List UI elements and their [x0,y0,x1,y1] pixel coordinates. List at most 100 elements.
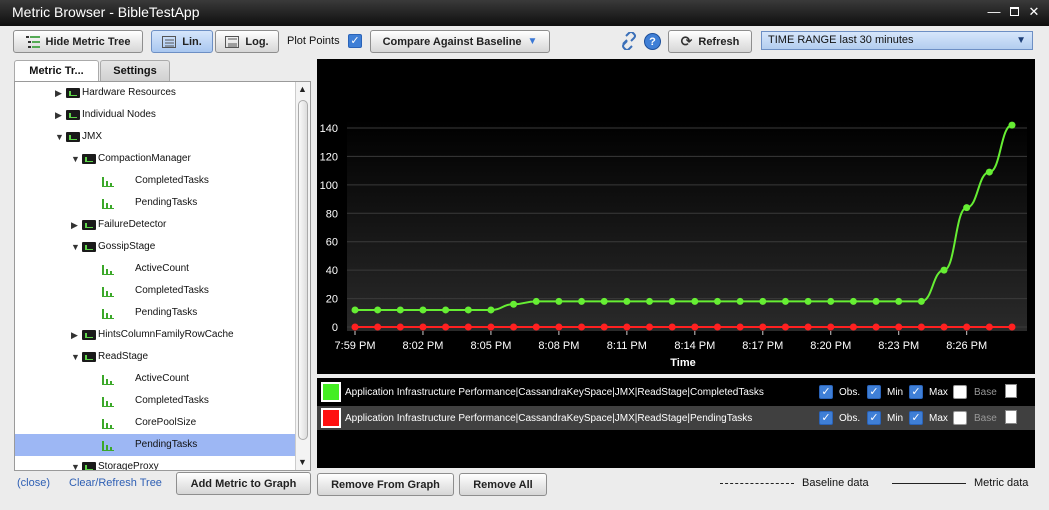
close-icon[interactable]: ✕ [1027,5,1041,19]
series-color-swatch[interactable] [321,382,341,402]
tree-metric-row[interactable]: PendingTasks [15,434,297,456]
data-point[interactable] [713,297,721,305]
scroll-down-icon[interactable]: ▼ [298,457,307,467]
collapsed-arrow-icon[interactable]: ▶ [55,110,62,121]
data-point[interactable] [578,323,586,331]
data-point[interactable] [895,323,903,331]
data-point[interactable] [872,323,880,331]
collapsed-arrow-icon[interactable]: ▶ [55,88,62,99]
maximize-icon[interactable] [1007,5,1021,19]
data-point[interactable] [827,297,835,305]
tree-metric-row[interactable]: ActiveCount [15,368,297,390]
data-point[interactable] [464,323,472,331]
data-point[interactable] [419,323,427,331]
data-point[interactable] [827,323,835,331]
data-point[interactable] [917,297,925,305]
expanded-arrow-icon[interactable]: ▼ [71,352,80,362]
data-point[interactable] [351,306,359,314]
data-point[interactable] [759,297,767,305]
hide-metric-tree-button[interactable]: Hide Metric Tree [13,30,143,53]
close-tree-link[interactable]: (close) [17,477,50,489]
data-point[interactable] [940,323,948,331]
data-point[interactable] [963,323,971,331]
tree-folder-row[interactable]: ▼ StorageProxy [15,456,297,470]
data-point[interactable] [781,297,789,305]
data-point[interactable] [759,323,767,331]
document-icon[interactable] [1005,384,1017,398]
minimize-icon[interactable]: — [987,5,1001,19]
base-checkbox[interactable] [953,411,967,425]
linear-scale-button[interactable]: Lin. [151,30,213,53]
max-checkbox[interactable]: ✓ [909,411,923,425]
data-point[interactable] [555,297,563,305]
tree-folder-row[interactable]: ▶ Individual Nodes [15,104,297,126]
tree-scrollbar[interactable]: ▲ ▼ [295,82,310,470]
plot-points-checkbox[interactable]: ✓ [348,34,362,48]
min-checkbox[interactable]: ✓ [867,385,881,399]
data-point[interactable] [804,297,812,305]
base-checkbox[interactable] [953,385,967,399]
data-point[interactable] [963,204,971,212]
data-point[interactable] [849,323,857,331]
data-point[interactable] [713,323,721,331]
series-color-swatch[interactable] [321,408,341,428]
tree-metric-row[interactable]: PendingTasks [15,192,297,214]
tree-metric-row[interactable]: CorePoolSize [15,412,297,434]
expanded-arrow-icon[interactable]: ▼ [71,242,80,252]
expanded-arrow-icon[interactable]: ▼ [55,132,64,142]
min-checkbox[interactable]: ✓ [867,411,881,425]
scroll-thumb[interactable] [298,100,308,440]
metric-chart[interactable]: 0 20 40 60 80 100 120 140 7:59 PM 8:02 PM 8:05 PM 8… [317,59,1035,374]
expanded-arrow-icon[interactable]: ▼ [71,154,80,164]
data-point[interactable] [872,297,880,305]
time-range-dropdown[interactable]: TIME RANGE last 30 minutes ▼ [761,31,1033,50]
collapsed-arrow-icon[interactable]: ▶ [71,220,78,231]
tab-settings[interactable]: Settings [100,60,170,82]
data-point[interactable] [419,306,427,314]
data-point[interactable] [600,297,608,305]
data-point[interactable] [396,306,404,314]
data-point[interactable] [510,300,518,308]
obs-checkbox[interactable]: ✓ [819,411,833,425]
scroll-up-icon[interactable]: ▲ [298,84,307,94]
tree-folder-row[interactable]: ▶ FailureDetector [15,214,297,236]
compare-against-baseline-button[interactable]: Compare Against Baseline ▼ [370,30,550,53]
link-icon[interactable] [620,32,638,50]
tree-folder-row[interactable]: ▶ HintsColumnFamilyRowCache [15,324,297,346]
data-point[interactable] [623,297,631,305]
tree-folder-row[interactable]: ▼ GossipStage [15,236,297,258]
data-point[interactable] [646,297,654,305]
data-point[interactable] [668,323,676,331]
data-point[interactable] [691,323,699,331]
data-point[interactable] [804,323,812,331]
data-point[interactable] [668,297,676,305]
tree-folder-row[interactable]: ▶ Hardware Resources [15,82,297,104]
add-metric-to-graph-button[interactable]: Add Metric to Graph [176,472,311,495]
data-point[interactable] [532,323,540,331]
metric-tree[interactable]: ▶ Hardware Resources ▶ Individual Nodes ▼ JMX… [14,81,311,471]
tree-metric-row[interactable]: CompletedTasks [15,170,297,192]
data-point[interactable] [442,323,450,331]
data-point[interactable] [510,323,518,331]
data-point[interactable] [917,323,925,331]
data-point[interactable] [464,306,472,314]
document-icon[interactable] [1005,410,1017,424]
tree-metric-row[interactable]: ActiveCount [15,258,297,280]
data-point[interactable] [781,323,789,331]
data-point[interactable] [623,323,631,331]
tree-folder-row[interactable]: ▼ ReadStage [15,346,297,368]
clear-refresh-tree-link[interactable]: Clear/Refresh Tree [69,477,162,489]
data-point[interactable] [1008,121,1016,129]
tab-metric-tree[interactable]: Metric Tr... [14,60,99,82]
data-point[interactable] [736,323,744,331]
data-point[interactable] [532,297,540,305]
data-point[interactable] [646,323,654,331]
data-point[interactable] [600,323,608,331]
data-point[interactable] [351,323,359,331]
data-point[interactable] [396,323,404,331]
remove-all-button[interactable]: Remove All [459,473,547,496]
max-checkbox[interactable]: ✓ [909,385,923,399]
obs-checkbox[interactable]: ✓ [819,385,833,399]
data-point[interactable] [374,323,382,331]
data-point[interactable] [736,297,744,305]
